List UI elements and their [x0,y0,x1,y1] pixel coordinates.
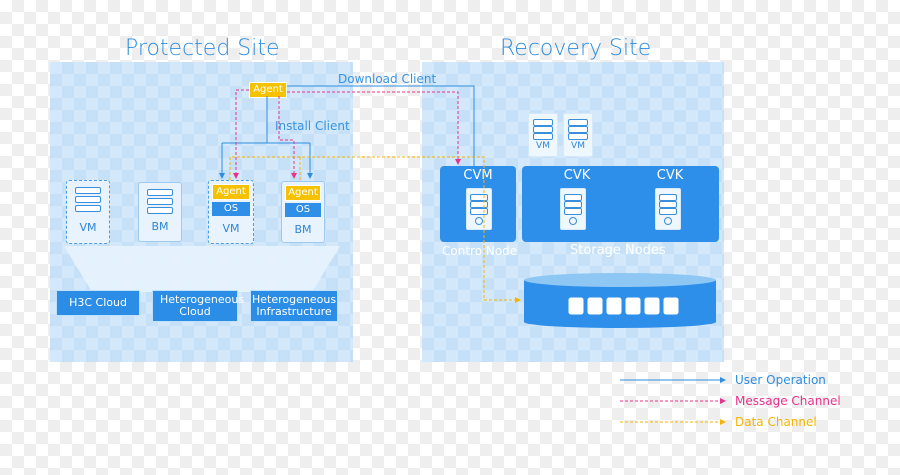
legend-message-channel: Message Channel [735,394,841,408]
legend-lines [620,377,726,425]
message-channel-line [233,89,249,179]
user-op-install-line [221,96,311,178]
legend-data-channel: Data Channel [735,415,817,429]
data-channel-line [229,156,521,303]
legend-user-operation: User Operation [735,373,826,387]
user-op-download-line [287,85,475,166]
